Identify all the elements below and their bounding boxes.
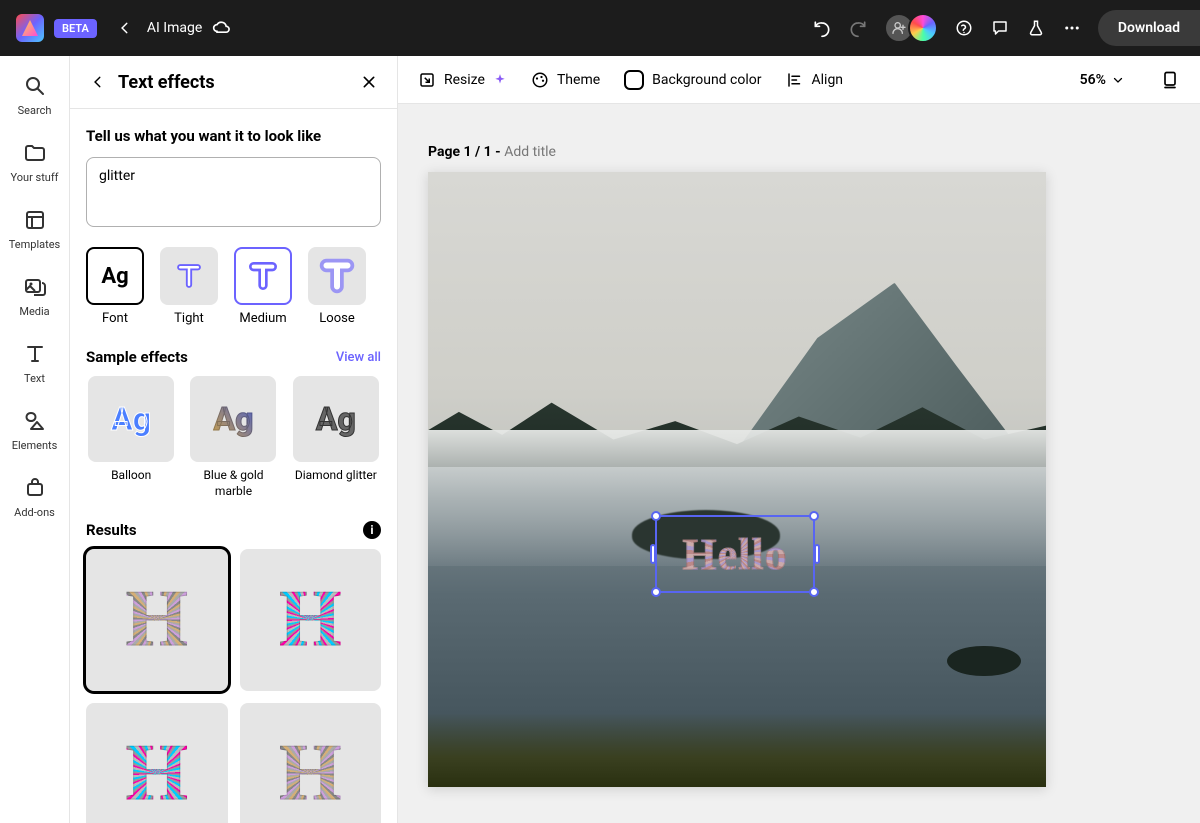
resize-handle-tl[interactable] [651,511,661,521]
panel-title: Text effects [118,72,215,93]
text-effects-panel: Text effects Tell us what you want it to… [70,56,398,823]
addons-icon [23,476,47,500]
resize-icon [418,71,436,89]
rail-media[interactable]: Media [0,275,69,318]
download-button[interactable]: Download [1098,10,1200,46]
result-4[interactable]: H [240,703,382,823]
rail-templates[interactable]: Templates [0,208,69,251]
view-all-link[interactable]: View all [336,350,381,365]
info-icon[interactable]: i [363,521,381,539]
resize-handle-bl[interactable] [651,587,661,597]
palette-icon [531,71,549,89]
chevron-left-icon [118,21,132,35]
rail-your-stuff[interactable]: Your stuff [0,141,69,184]
pages-icon[interactable] [1160,70,1180,90]
style-tight[interactable]: Tight [160,247,218,326]
panel-header: Text effects [70,56,397,109]
search-icon [23,74,47,98]
zoom-control[interactable]: 56% [1080,72,1124,88]
canvas-toolbar: Resize Theme Background color Align 56% [398,56,1200,104]
user-avatar[interactable] [908,13,938,43]
align-icon [786,71,804,89]
resize-handle-tr[interactable] [809,511,819,521]
collaborators[interactable] [884,13,938,43]
rail-search[interactable]: Search [0,74,69,117]
beaker-icon[interactable] [1026,18,1046,38]
rail-addons[interactable]: Add-ons [0,476,69,519]
resize-handle-ml[interactable] [650,544,656,564]
document-title[interactable]: AI Image [147,20,202,36]
chevron-left-icon [91,75,105,89]
sparkle-icon [493,73,507,87]
shapes-icon [23,409,47,433]
rail-text[interactable]: Text [0,342,69,385]
close-icon [361,74,377,90]
panel-close-button[interactable] [357,70,381,94]
text-icon [23,342,47,366]
app-logo[interactable] [16,14,44,42]
rail-elements[interactable]: Elements [0,409,69,452]
result-3[interactable]: H [86,703,228,823]
more-icon[interactable] [1062,18,1082,38]
canvas-image [428,172,1046,787]
sample-balloon[interactable]: Ag Balloon [86,376,176,499]
canvas-area: Resize Theme Background color Align 56% [398,56,1200,823]
resize-handle-br[interactable] [809,587,819,597]
result-1[interactable]: H [86,549,228,691]
style-medium[interactable]: Medium [234,247,292,326]
prompt-input[interactable] [86,157,381,227]
bgcolor-button[interactable]: Background color [624,70,761,90]
sample-marble[interactable]: Ag Blue & gold marble [188,376,278,499]
redo-button[interactable] [848,18,868,38]
canvas-page[interactable]: Hello [428,172,1046,787]
bgcolor-swatch [624,70,644,90]
chevron-down-icon [1112,74,1124,86]
resize-handle-mr[interactable] [814,544,820,564]
style-font[interactable]: Ag Font [86,247,144,326]
results-title: Results [86,521,137,539]
app-header: BETA AI Image Download [0,0,1200,56]
templates-icon [23,208,47,232]
samples-title: Sample effects [86,348,188,366]
help-icon[interactable] [954,18,974,38]
theme-button[interactable]: Theme [531,71,600,89]
cloud-sync-icon[interactable] [212,18,232,38]
sample-diamond-glitter[interactable]: Ag Diamond glitter [291,376,381,499]
media-icon [23,275,47,299]
text-selection-box[interactable]: Hello [655,515,815,593]
undo-button[interactable] [812,18,832,38]
result-2[interactable]: H [240,549,382,691]
resize-button[interactable]: Resize [418,71,507,89]
panel-back-button[interactable] [86,70,110,94]
page-label[interactable]: Page 1 / 1 - Add title [428,144,1170,160]
hello-text[interactable]: Hello [663,523,807,585]
beta-badge: BETA [54,19,97,38]
folder-icon [23,141,47,165]
style-loose[interactable]: Loose [308,247,366,326]
header-back-button[interactable] [111,14,139,42]
comment-icon[interactable] [990,18,1010,38]
left-rail: Search Your stuff Templates Media Text E… [0,56,70,823]
align-button[interactable]: Align [786,71,844,89]
prompt-label: Tell us what you want it to look like [86,127,381,145]
